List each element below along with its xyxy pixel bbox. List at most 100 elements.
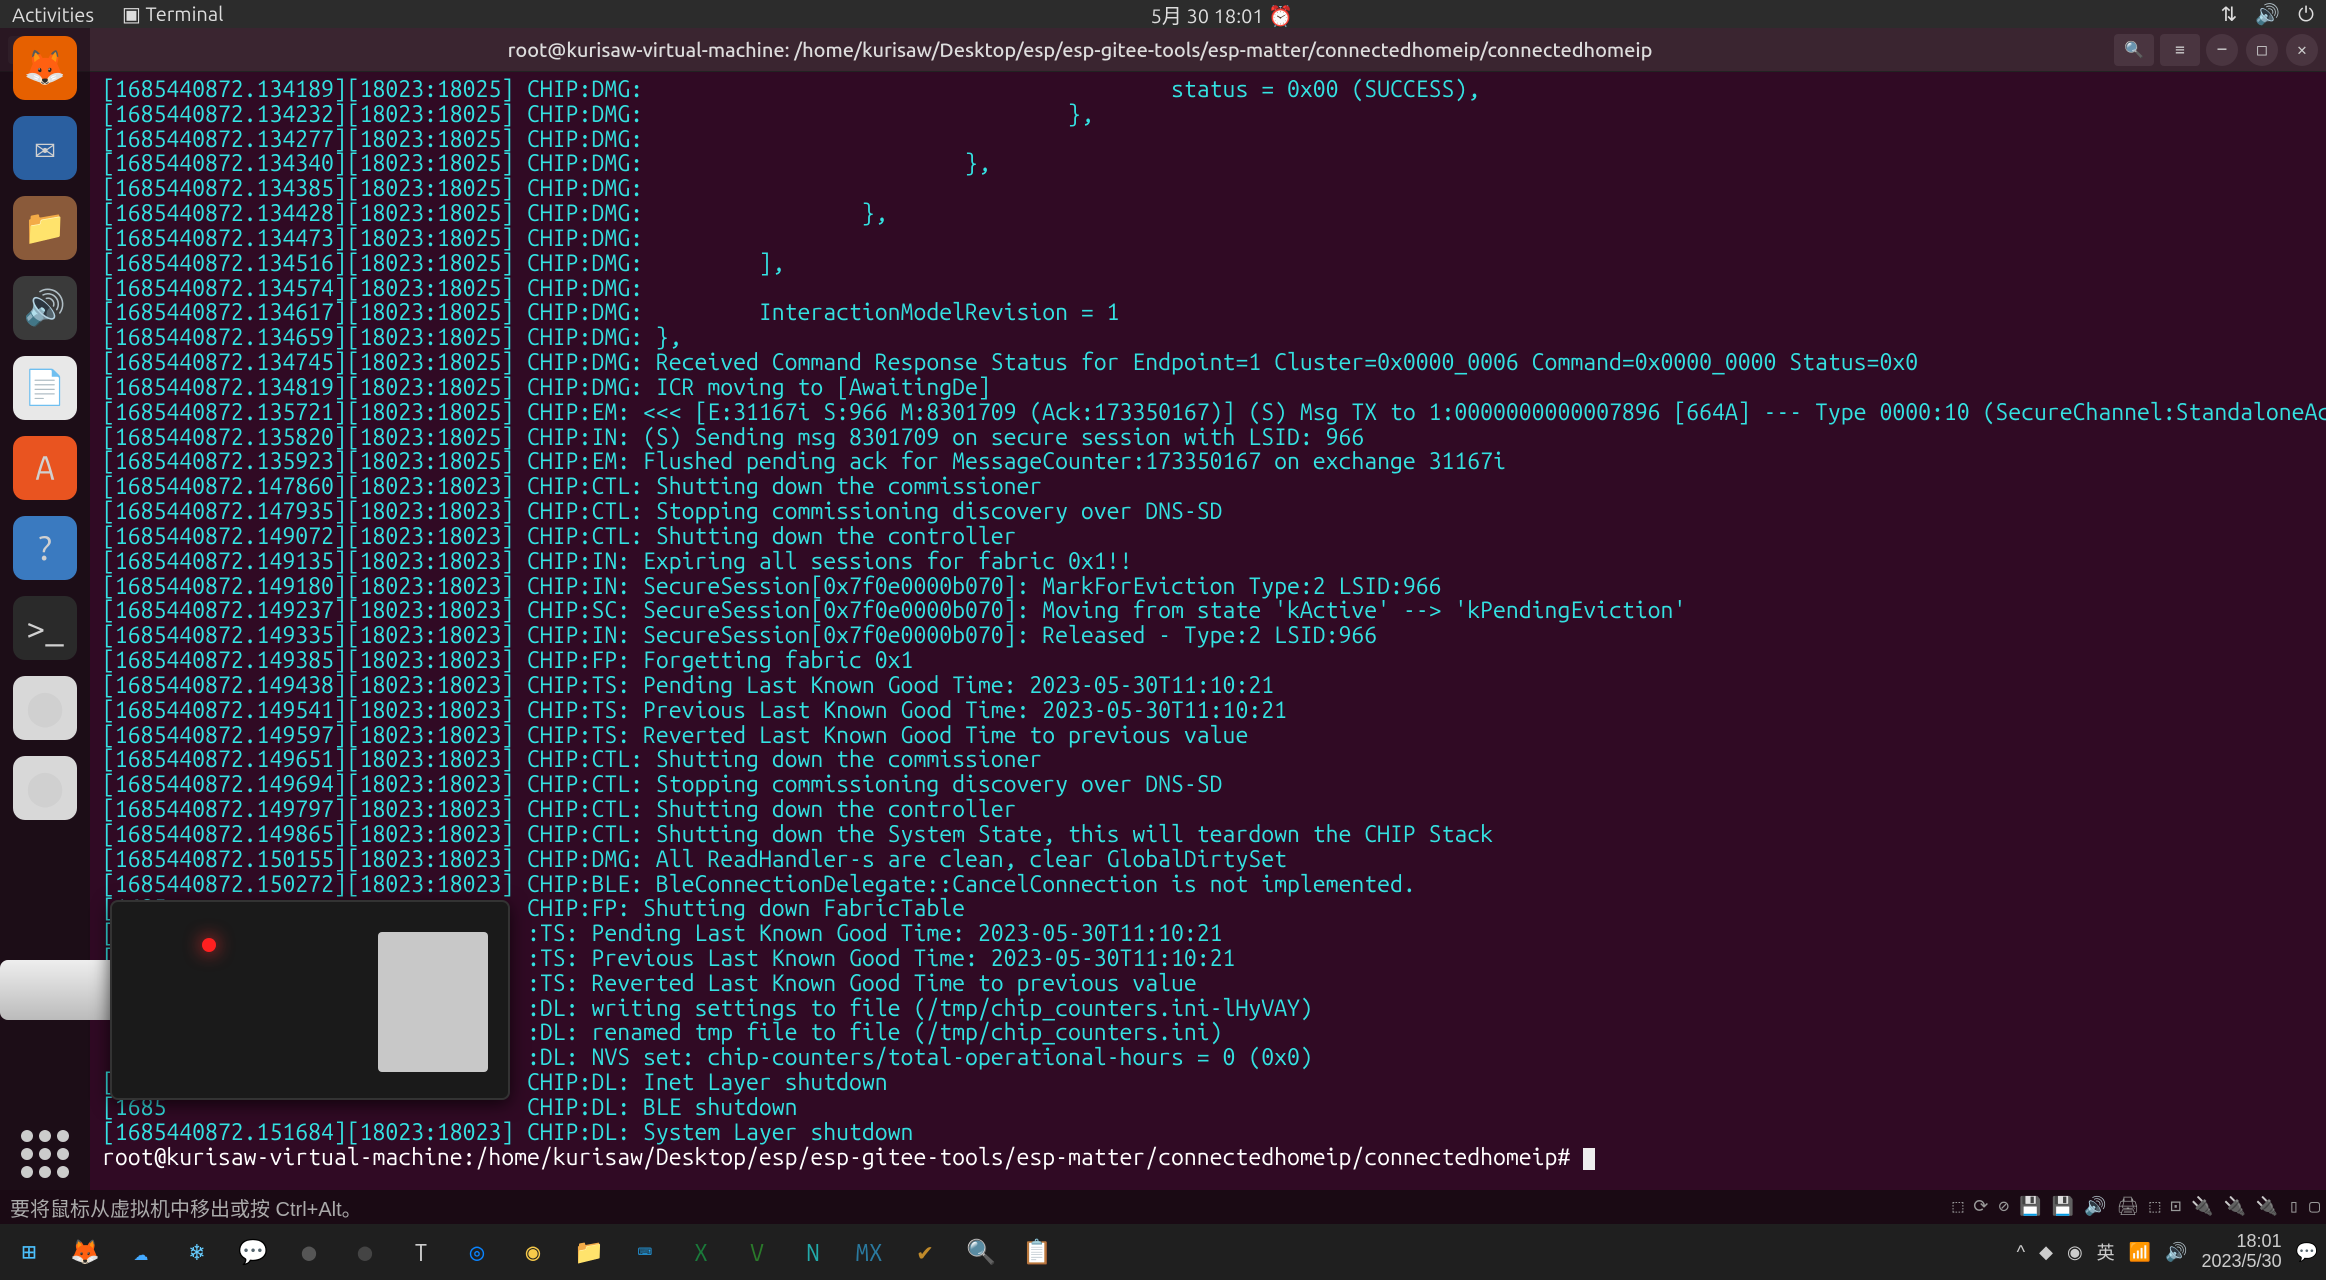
log-line: [1685440872.149180][18023:18023] CHIP:IN… (102, 575, 2314, 600)
tray-volume-icon[interactable]: 🔊 (2165, 1242, 2187, 1263)
notification-center-icon[interactable]: 💬 (2296, 1242, 2318, 1263)
taskbar-app15[interactable]: MX (848, 1231, 890, 1273)
taskbar-app5[interactable]: ● (288, 1231, 330, 1273)
log-line: [1685440872.149651][18023:18023] CHIP:CT… (102, 748, 2314, 773)
taskbar-wechat[interactable]: 💬 (232, 1231, 274, 1273)
log-line: [1685440872.149135][18023:18023] CHIP:IN… (102, 550, 2314, 575)
log-line: [1685440872.151684][18023:18023] CHIP:DL… (102, 1121, 2314, 1146)
vm-icon[interactable]: 🔌 (2256, 1196, 2278, 1217)
taskbar-vscode[interactable]: ⌨ (624, 1231, 666, 1273)
maximize-button[interactable]: □ (2246, 34, 2278, 66)
terminal-titlebar: ▭ root@kurisaw-virtual-machine: /home/ku… (0, 28, 2326, 72)
clock-date: 2023/5/30 (2202, 1252, 2282, 1272)
volume-icon[interactable]: 🔊 (2255, 2, 2280, 26)
vmware-hint-bar: 要将鼠标从虚拟机中移出或按 Ctrl+Alt。 (0, 1190, 372, 1224)
log-line: [1685440872.134428][18023:18025] CHIP:DM… (102, 202, 2314, 227)
activities-button[interactable]: Activities (12, 3, 94, 26)
log-line: [1685440872.134745][18023:18025] CHIP:DM… (102, 351, 2314, 376)
gnome-datetime: 5月 30 18:01 (1151, 4, 1264, 27)
tray-app-icon[interactable]: ◉ (2067, 1242, 2083, 1263)
log-line: [1685440872.149237][18023:18023] CHIP:SC… (102, 599, 2314, 624)
log-line: [1685440872.134617][18023:18025] CHIP:DM… (102, 301, 2314, 326)
search-icon: 🔍 (2124, 40, 2144, 59)
network-icon[interactable]: ⇅ (2221, 2, 2238, 26)
taskbar-clock[interactable]: 18:01 2023/5/30 (2202, 1232, 2282, 1272)
taskbar-app18[interactable]: 📋 (1016, 1231, 1058, 1273)
taskbar-vim[interactable]: V (736, 1231, 778, 1273)
tray-chevron-icon[interactable]: ^ (2017, 1242, 2025, 1263)
terminal-icon: ▣ (122, 2, 141, 25)
show-applications-button[interactable] (21, 1130, 69, 1178)
taskbar-start[interactable]: ⊞ (8, 1231, 50, 1273)
taskbar-app12[interactable]: X (680, 1231, 722, 1273)
esp32-board-physical (110, 900, 510, 1100)
log-line: [1685440872.147860][18023:18023] CHIP:CT… (102, 475, 2314, 500)
log-line: [1685440872.149385][18023:18023] CHIP:FP… (102, 649, 2314, 674)
gnome-top-bar: Activities ▣ Terminal 5月 30 18:01 ⏰ ⇅ 🔊 … (0, 0, 2326, 28)
log-line: [1685440872.149072][18023:18023] CHIP:CT… (102, 525, 2314, 550)
taskbar-app6[interactable]: ● (344, 1231, 386, 1273)
terminal-label: Terminal (146, 2, 224, 25)
taskbar-text[interactable]: T (400, 1231, 442, 1273)
log-line: [1685440872.149694][18023:18023] CHIP:CT… (102, 773, 2314, 798)
vm-icon[interactable]: ⬚ (1952, 1196, 1963, 1217)
log-line: [1685440872.134277][18023:18025] CHIP:DM… (102, 128, 2314, 153)
log-line: [1685440872.149865][18023:18023] CHIP:CT… (102, 823, 2314, 848)
taskbar-chrome[interactable]: ◉ (512, 1231, 554, 1273)
tray-wifi-icon[interactable]: 📶 (2129, 1242, 2151, 1263)
dock-libreoffice[interactable]: 📄 (13, 356, 77, 420)
taskbar-edge[interactable]: ◎ (456, 1231, 498, 1273)
search-button[interactable]: 🔍 (2114, 34, 2154, 66)
taskbar-app14[interactable]: N (792, 1231, 834, 1273)
log-line: [1685440872.150155][18023:18023] CHIP:DM… (102, 848, 2314, 873)
vm-icon[interactable]: 💾 (2019, 1196, 2041, 1217)
dock-firefox[interactable]: 🦊 (13, 36, 77, 100)
dock-terminal[interactable]: >_ (13, 596, 77, 660)
power-icon[interactable]: ⏻ (2298, 2, 2314, 26)
vm-icon[interactable]: ⊡ (2170, 1196, 2181, 1217)
notification-icon: ⏰ (1268, 4, 1293, 27)
minimize-button[interactable]: ─ (2206, 34, 2238, 66)
close-button[interactable]: ✕ (2286, 34, 2318, 66)
dock-help[interactable]: ? (13, 516, 77, 580)
vm-icon[interactable]: 🔌 (2191, 1196, 2213, 1217)
vm-icon[interactable]: 💾 (2052, 1196, 2074, 1217)
taskbar-app17[interactable]: 🔍 (960, 1231, 1002, 1273)
vm-icon[interactable]: ▢ (2309, 1196, 2320, 1217)
dock-thunderbird[interactable]: ✉ (13, 116, 77, 180)
log-line: [1685440872.134516][18023:18025] CHIP:DM… (102, 252, 2314, 277)
log-line: [1685440872.134574][18023:18025] CHIP:DM… (102, 277, 2314, 302)
log-line: [1685440872.147935][18023:18023] CHIP:CT… (102, 500, 2314, 525)
gnome-clock[interactable]: 5月 30 18:01 ⏰ (223, 0, 2220, 29)
vm-icon[interactable]: ▯ (2288, 1196, 2299, 1217)
tray-app-icon[interactable]: ◆ (2039, 1242, 2053, 1263)
tray-ime[interactable]: 英 (2097, 1239, 2115, 1265)
taskbar-app1[interactable]: 🦊 (64, 1231, 106, 1273)
log-line: [1685440872.134340][18023:18025] CHIP:DM… (102, 152, 2314, 177)
dock-files[interactable]: 📁 (13, 196, 77, 260)
vm-icon[interactable]: ⟳ (1973, 1196, 1988, 1217)
dock-disk[interactable]: ⬤ (13, 676, 77, 740)
taskbar-app2[interactable]: ☁ (120, 1231, 162, 1273)
log-line: [1685440872.149797][18023:18023] CHIP:CT… (102, 798, 2314, 823)
vm-icon[interactable]: 🖨 (2117, 1196, 2140, 1217)
dock-rhythmbox[interactable]: 🔊 (13, 276, 77, 340)
dock-disk2[interactable]: ⬤ (13, 756, 77, 820)
log-line: [1685440872.134819][18023:18025] CHIP:DM… (102, 376, 2314, 401)
vm-icon[interactable]: 🔊 (2084, 1196, 2106, 1217)
vm-icon[interactable]: ⊘ (1998, 1196, 2009, 1217)
vm-icon[interactable]: ⬚ (2149, 1196, 2160, 1217)
windows-taskbar: ⊞ 🦊 ☁ ❄ 💬 ● ● T ◎ ◉ 📁 ⌨ XVN MX ✔ 🔍 📋 ^ ◆ ◉ 英 📶 🔊 18:01 2… (0, 1224, 2326, 1280)
menu-icon: ≡ (2175, 40, 2185, 59)
log-line: [1685440872.150272][18023:18023] CHIP:BL… (102, 873, 2314, 898)
taskbar-app16[interactable]: ✔ (904, 1231, 946, 1273)
vm-icon[interactable]: 🔌 (2223, 1196, 2245, 1217)
taskbar-app3[interactable]: ❄ (176, 1231, 218, 1273)
dock-software[interactable]: A (13, 436, 77, 500)
system-tray[interactable]: ^ ◆ ◉ 英 📶 🔊 18:01 2023/5/30 💬 (2017, 1232, 2318, 1272)
terminal-indicator[interactable]: ▣ Terminal (122, 2, 223, 26)
log-line: [1685440872.134189][18023:18025] CHIP:DM… (102, 78, 2314, 103)
taskbar-explorer[interactable]: 📁 (568, 1231, 610, 1273)
hamburger-menu[interactable]: ≡ (2160, 34, 2200, 66)
vmware-status-icons: ⬚ ⟳ ⊘ 💾 💾 🔊 🖨 ⬚ ⊡ 🔌 🔌 🔌 ▯ ▢ (1952, 1192, 2320, 1220)
